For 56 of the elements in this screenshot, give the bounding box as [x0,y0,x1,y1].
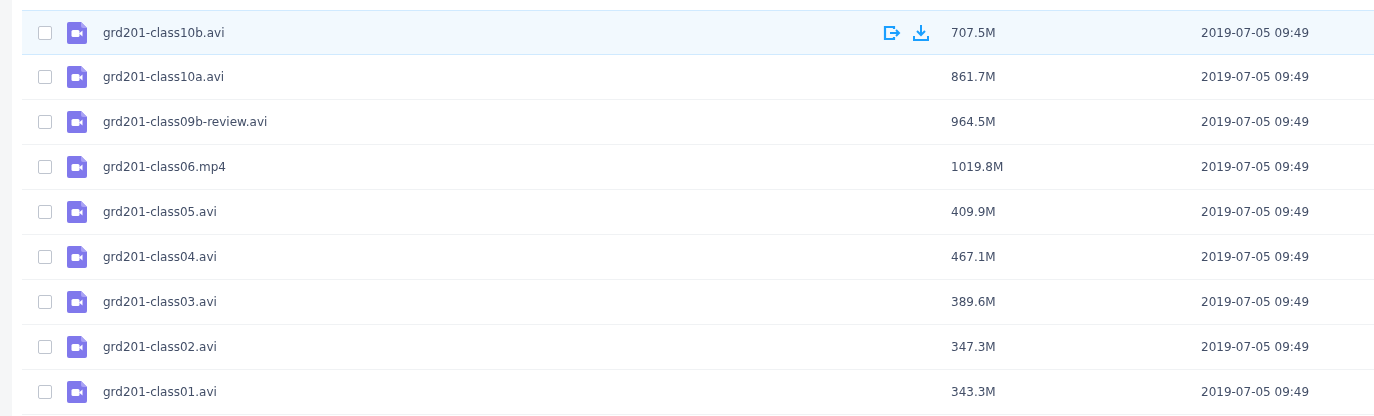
file-size: 861.7M [951,69,997,86]
video-file-icon [67,201,87,223]
modified-date: 2019-07-05 09:49 [1201,294,1310,311]
file-size: 409.9M [951,204,997,221]
file-name[interactable]: grd201-class05.avi [103,203,883,221]
checkbox[interactable] [38,340,52,354]
share-icon[interactable] [883,24,901,41]
video-file-icon [67,291,87,313]
video-file-icon [67,111,87,133]
video-file-icon [67,156,87,178]
file-row[interactable]: grd201-class09b-review.avi 964.5M 2019-07-05 09:49 [22,100,1374,145]
checkbox[interactable] [38,70,52,84]
video-file-icon [67,66,87,88]
file-name[interactable]: grd201-class10a.avi [103,68,883,86]
file-row[interactable]: grd201-class03.avi 389.6M 2019-07-05 09:49 [22,280,1374,325]
video-file-icon [67,381,87,403]
video-file-icon [67,336,87,358]
video-file-icon [67,246,87,268]
checkbox[interactable] [38,205,52,219]
checkbox[interactable] [38,25,52,40]
file-name[interactable]: grd201-class06.mp4 [103,158,883,176]
file-row[interactable]: grd201-class10a.avi 861.7M 2019-07-05 09:49 [22,55,1374,100]
file-size: 707.5M [951,24,997,42]
download-icon[interactable] [913,24,929,41]
file-row[interactable]: grd201-class01.avi 343.3M 2019-07-05 09:49 [22,370,1374,415]
file-name[interactable]: grd201-class01.avi [103,383,883,401]
checkbox[interactable] [38,385,52,399]
modified-date: 2019-07-05 09:49 [1201,24,1310,42]
file-size: 964.5M [951,114,997,131]
modified-date: 2019-07-05 09:49 [1201,114,1310,131]
file-name[interactable]: grd201-class04.avi [103,248,883,266]
file-name[interactable]: grd201-class10b.avi [103,23,883,42]
modified-date: 2019-07-05 09:49 [1201,69,1310,86]
file-name[interactable]: grd201-class03.avi [103,293,883,311]
file-size: 1019.8M [951,159,1005,176]
file-row[interactable]: grd201-class04.avi 467.1M 2019-07-05 09:49 [22,235,1374,280]
file-size: 343.3M [951,384,997,401]
file-row[interactable]: grd201-class10b.avi 707.5M 2019-07-05 09:49 [22,10,1374,55]
modified-date: 2019-07-05 09:49 [1201,339,1310,356]
video-file-icon [67,21,87,44]
modified-date: 2019-07-05 09:49 [1201,204,1310,221]
file-size: 467.1M [951,249,997,266]
file-size: 347.3M [951,339,997,356]
file-size: 389.6M [951,294,997,311]
checkbox[interactable] [38,115,52,129]
modified-date: 2019-07-05 09:49 [1201,159,1310,176]
modified-date: 2019-07-05 09:49 [1201,249,1310,266]
checkbox[interactable] [38,160,52,174]
file-row[interactable]: grd201-class06.mp4 1019.8M 2019-07-05 09:49 [22,145,1374,190]
file-name[interactable]: grd201-class09b-review.avi [103,113,883,131]
file-row[interactable]: grd201-class02.avi 347.3M 2019-07-05 09:49 [22,325,1374,370]
checkbox[interactable] [38,295,52,309]
file-row[interactable]: grd201-class05.avi 409.9M 2019-07-05 09:49 [22,190,1374,235]
modified-date: 2019-07-05 09:49 [1201,384,1310,401]
file-name[interactable]: grd201-class02.avi [103,338,883,356]
checkbox[interactable] [38,250,52,264]
